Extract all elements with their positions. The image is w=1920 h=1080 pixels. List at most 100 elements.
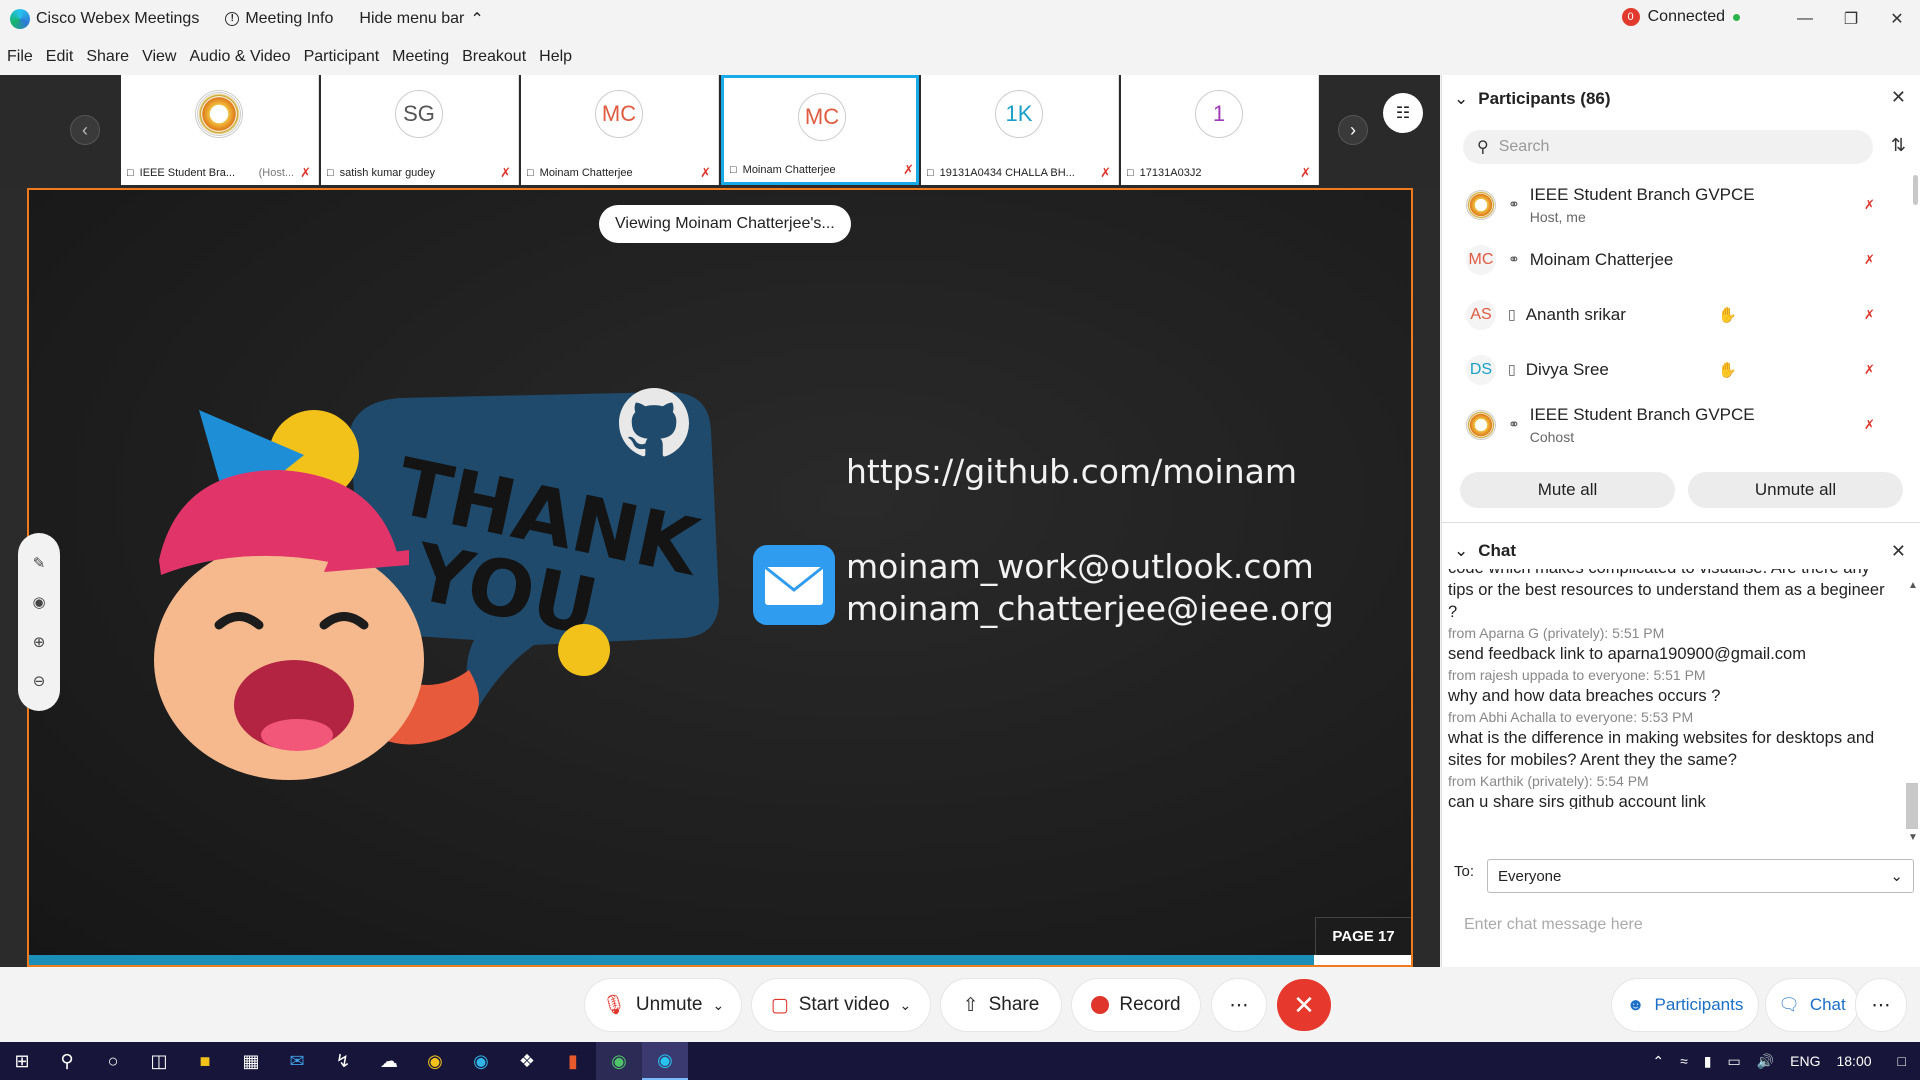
thumbnail-label: □ Moinam Chatterjee ✗ xyxy=(521,163,717,183)
menu-file[interactable]: File xyxy=(7,48,33,66)
menu-edit[interactable]: Edit xyxy=(46,48,74,66)
taskbar-chrome[interactable]: ◉ xyxy=(412,1042,458,1080)
clock[interactable]: 18:00 xyxy=(1836,1053,1871,1069)
chat-scrollbar[interactable]: ▲ ▼ xyxy=(1906,580,1918,843)
unmute-all-button[interactable]: Unmute all xyxy=(1688,472,1903,508)
thumbnail-role: (Host... xyxy=(258,167,295,179)
taskbar-file-explorer[interactable]: ■ xyxy=(182,1042,228,1080)
taskbar-search-button[interactable]: ⚲ xyxy=(44,1042,90,1080)
phone-icon: ▯ xyxy=(1508,361,1516,377)
tray-chevron-up-icon[interactable]: ⌃ xyxy=(1652,1053,1664,1070)
shared-slide[interactable]: THANK YOU https://github.com/moinam moin… xyxy=(27,188,1413,967)
remote-control-icon[interactable]: ◉ xyxy=(32,593,45,611)
filmstrip-prev-button[interactable]: ‹ xyxy=(70,115,100,145)
menu-help[interactable]: Help xyxy=(539,48,572,66)
chat-close-icon[interactable]: ✕ xyxy=(1891,541,1906,562)
sort-icon[interactable]: ⇅ xyxy=(1891,135,1906,156)
leave-meeting-button[interactable]: ✕ xyxy=(1277,979,1331,1031)
unmute-options-chevron-icon[interactable]: ⌄ xyxy=(712,997,724,1014)
unmute-button[interactable]: 🎙 Unmute ⌄ xyxy=(585,979,741,1031)
mic-muted-icon[interactable]: ✗ xyxy=(1864,362,1875,378)
right-panel: ⌄ Participants (86) ✕ ⚲ Search ⇅ ⚭ IEEE S… xyxy=(1441,75,1920,967)
taskbar-edge[interactable]: ◉ xyxy=(458,1042,504,1080)
video-thumbnail[interactable]: SG □ satish kumar gudey ✗ xyxy=(321,75,519,185)
participants-header[interactable]: ⌄ Participants (86) xyxy=(1454,89,1611,109)
window-controls: — ❐ ✕ xyxy=(1782,0,1920,38)
annotate-pen-icon[interactable]: ✎ xyxy=(33,554,46,572)
cortana-button[interactable]: ○ xyxy=(90,1042,136,1080)
taskbar-webex[interactable]: ◉ xyxy=(642,1042,688,1080)
mic-muted-icon: ✗ xyxy=(1100,165,1111,180)
chat-sender: from Aparna G (privately): 5:51 PM xyxy=(1448,625,1665,641)
record-button[interactable]: Record xyxy=(1072,979,1200,1031)
wifi-icon[interactable]: ≈ xyxy=(1680,1053,1688,1069)
video-thumbnail[interactable]: MC □ Moinam Chatterjee ✗ xyxy=(721,75,919,185)
taskbar-dropbox[interactable]: ❖ xyxy=(504,1042,550,1080)
menu-breakout[interactable]: Breakout xyxy=(462,48,526,66)
participants-panel-button[interactable]: ☻ Participants xyxy=(1612,979,1758,1031)
chat-header[interactable]: ⌄ Chat xyxy=(1454,541,1516,561)
video-thumbnail[interactable]: □ IEEE Student Bra... (Host... ✗ xyxy=(121,75,319,185)
menu-audio-video[interactable]: Audio & Video xyxy=(189,48,290,66)
video-thumbnail[interactable]: MC □ Moinam Chatterjee ✗ xyxy=(521,75,719,185)
microphone-icon[interactable]: ▮ xyxy=(1704,1053,1712,1070)
participant-row[interactable]: ⚭ IEEE Student Branch GVPCE Cohost ✗ xyxy=(1442,397,1902,452)
participant-row[interactable]: DS ▯ Divya Sree ✋ ✗ xyxy=(1442,342,1902,397)
chat-panel-button[interactable]: 🗨 Chat xyxy=(1766,979,1858,1031)
notifications-icon[interactable]: □ xyxy=(1898,1053,1906,1069)
menu-share[interactable]: Share xyxy=(86,48,129,66)
zoom-in-icon[interactable]: ⊕ xyxy=(33,633,46,651)
share-button[interactable]: ⇧ Share xyxy=(941,979,1061,1031)
participant-search-input[interactable]: ⚲ Search xyxy=(1463,130,1873,164)
participant-row[interactable]: AS ▯ Ananth srikar ✋ ✗ xyxy=(1442,287,1902,342)
meeting-info-button[interactable]: ! Meeting Info xyxy=(225,10,333,28)
more-options-button[interactable]: ⋯ xyxy=(1212,979,1266,1031)
close-window-button[interactable]: ✕ xyxy=(1874,0,1920,38)
video-thumbnail[interactable]: 1 □ 17131A03J2 ✗ xyxy=(1121,75,1319,185)
mute-all-button[interactable]: Mute all xyxy=(1460,472,1675,508)
participants-close-icon[interactable]: ✕ xyxy=(1891,87,1906,108)
mic-muted-icon: ✗ xyxy=(1300,165,1311,180)
menu-participant[interactable]: Participant xyxy=(304,48,380,66)
avatar: SG xyxy=(395,90,443,138)
taskbar-chrome-active[interactable]: ◉ xyxy=(596,1042,642,1080)
volume-icon[interactable]: 🔊 xyxy=(1757,1053,1774,1070)
taskbar-app-photos[interactable]: ☁ xyxy=(366,1042,412,1080)
mic-muted-icon[interactable]: ✗ xyxy=(1864,417,1875,433)
taskbar-mail[interactable]: ✉ xyxy=(274,1042,320,1080)
battery-icon[interactable]: ▭ xyxy=(1727,1053,1740,1070)
taskbar-store[interactable]: ▦ xyxy=(228,1042,274,1080)
recipient-select[interactable]: Everyone ⌄ xyxy=(1487,859,1914,893)
filmstrip-next-button[interactable]: › xyxy=(1338,115,1368,145)
hide-menu-bar-button[interactable]: Hide menu bar ⌃ xyxy=(359,9,483,29)
layout-toggle-button[interactable]: ☷ xyxy=(1383,93,1423,133)
task-view-button[interactable]: ◫ xyxy=(136,1042,182,1080)
menu-meeting[interactable]: Meeting xyxy=(392,48,449,66)
participant-row[interactable]: ⚭ IEEE Student Branch GVPCE Host, me ✗ xyxy=(1442,177,1902,232)
menu-view[interactable]: View xyxy=(142,48,176,66)
panel-more-button[interactable]: ⋯ xyxy=(1856,979,1906,1031)
participant-row[interactable]: MC ⚭ Moinam Chatterjee ✗ xyxy=(1442,232,1902,287)
participant-role: Cohost xyxy=(1529,428,1575,445)
taskbar-office[interactable]: ▮ xyxy=(550,1042,596,1080)
zoom-out-icon[interactable]: ⊖ xyxy=(33,672,46,690)
taskbar-app-bolt[interactable]: ↯ xyxy=(320,1042,366,1080)
restore-button[interactable]: ❐ xyxy=(1828,0,1874,38)
connection-status[interactable]: 0 Connected xyxy=(1621,8,1740,26)
chat-input[interactable]: Enter chat message here xyxy=(1464,905,1904,945)
device-icon: □ xyxy=(1127,167,1134,179)
record-icon xyxy=(1091,996,1110,1014)
video-thumbnail[interactable]: 1K □ 19131A0434 CHALLA BH... ✗ xyxy=(921,75,1119,185)
participants-scrollbar[interactable] xyxy=(1913,175,1918,205)
mic-muted-icon[interactable]: ✗ xyxy=(1864,307,1875,323)
start-video-button[interactable]: ▢ Start video ⌄ xyxy=(752,979,930,1031)
language-indicator[interactable]: ENG xyxy=(1790,1053,1820,1069)
thumbnail-label: □ 17131A03J2 ✗ xyxy=(1121,163,1317,183)
avatar xyxy=(195,90,243,138)
mic-muted-icon[interactable]: ✗ xyxy=(1864,252,1875,268)
video-options-chevron-icon[interactable]: ⌄ xyxy=(900,997,912,1014)
menu-bar: File Edit Share View Audio & Video Parti… xyxy=(0,40,1440,74)
minimize-button[interactable]: — xyxy=(1782,0,1828,38)
start-button[interactable]: ⊞ xyxy=(0,1042,44,1080)
mic-muted-icon[interactable]: ✗ xyxy=(1864,197,1875,213)
